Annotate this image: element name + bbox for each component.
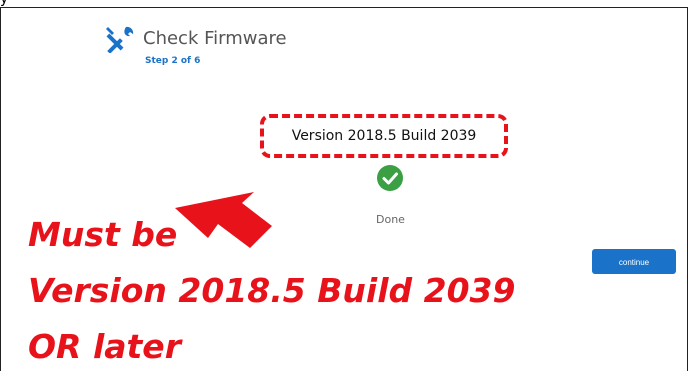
wrench-screwdriver-icon (106, 26, 134, 53)
callout-line-2: Version 2018.5 Build 2039 (28, 271, 516, 310)
version-highlight: Version 2018.5 Build 2039 (260, 114, 508, 158)
continue-button[interactable]: continue (592, 249, 676, 274)
step-indicator: Step 2 of 6 (145, 56, 201, 66)
arrow-icon (175, 192, 272, 248)
wizard-window (0, 7, 688, 371)
firmware-version: Version 2018.5 Build 2039 (291, 128, 477, 144)
page-title: Check Firmware (143, 28, 287, 49)
status-text: Done (376, 213, 405, 226)
checkmark-circle-icon (377, 165, 403, 191)
callout-line-3: OR later (28, 327, 181, 366)
callout-line-1: Must be (28, 215, 178, 254)
